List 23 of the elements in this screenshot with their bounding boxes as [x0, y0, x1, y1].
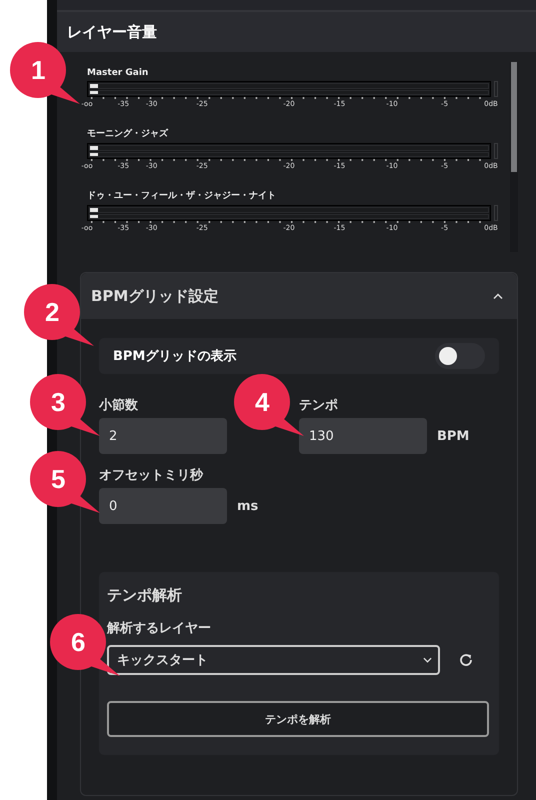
toggle-label: BPMグリッドの表示	[113, 348, 236, 365]
input-field[interactable]: 0	[99, 488, 227, 524]
card-header[interactable]: BPMグリッド設定	[81, 273, 517, 319]
panel-title: テンポ解析	[107, 586, 183, 605]
chevron-down-icon[interactable]	[423, 657, 432, 663]
toggle-switch[interactable]	[435, 343, 485, 369]
layer-dropdown[interactable]: キックスタート	[107, 645, 440, 675]
meter-label: Master Gain	[87, 68, 150, 78]
field-label: オフセットミリ秒	[99, 467, 204, 484]
meter-label: モーニング・ジャズ	[87, 128, 170, 140]
card-title: BPMグリッド設定	[91, 286, 218, 306]
input-field[interactable]: 130	[299, 418, 427, 454]
field-label: 解析するレイヤー	[107, 620, 212, 637]
meter-label: ドゥ・ユー・フィール・ザ・ジャジー・ナイト	[87, 190, 277, 202]
analyze-button[interactable]: テンポを解析	[107, 701, 489, 737]
chevron-up-icon[interactable]	[493, 292, 503, 300]
input-field[interactable]: 2	[99, 418, 227, 454]
unit-label: BPM	[437, 428, 470, 444]
refresh-icon[interactable]	[458, 652, 474, 668]
section-title: レイヤー音量	[67, 22, 157, 42]
scrollbar[interactable]	[510, 62, 518, 252]
unit-label: ms	[237, 498, 258, 514]
field-label: 小節数	[99, 397, 139, 414]
